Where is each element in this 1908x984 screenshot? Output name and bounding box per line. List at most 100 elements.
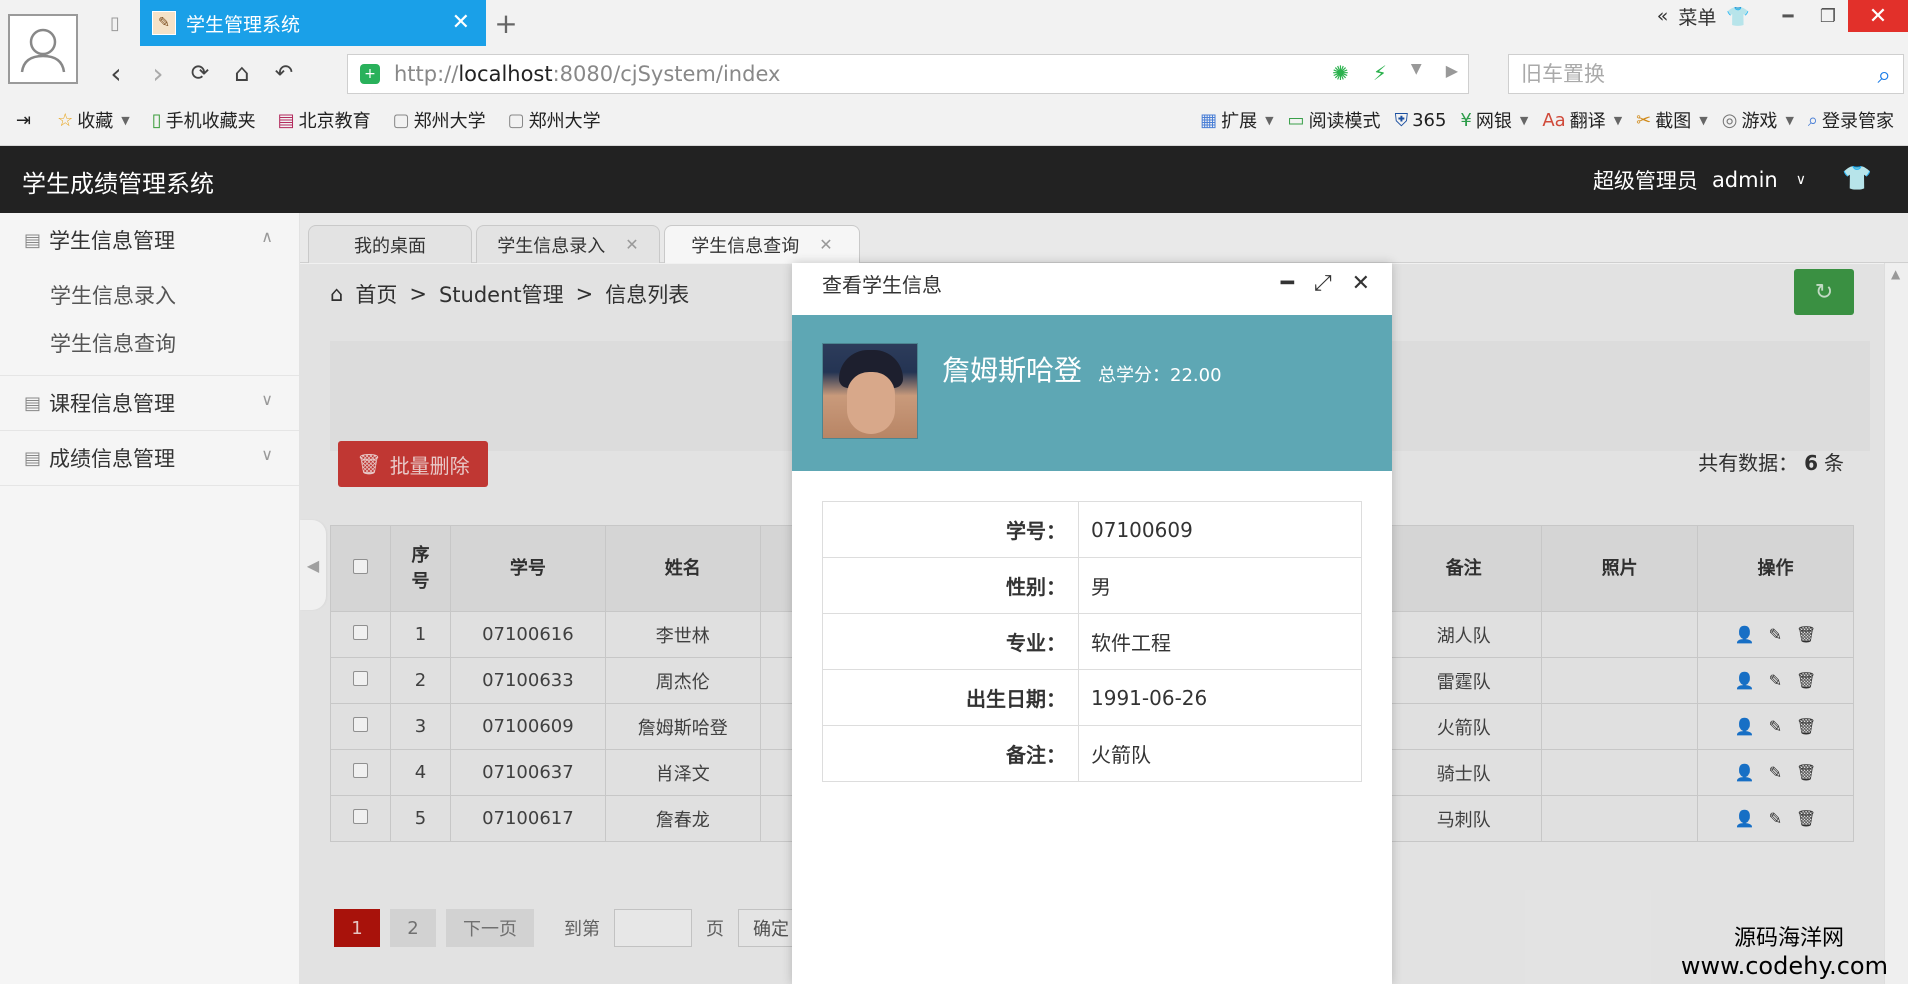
watermark-line2: www.codehy.com (1680, 952, 1888, 980)
undo-icon[interactable]: ↶ (263, 53, 305, 93)
tab-close-icon[interactable]: ✕ (625, 235, 638, 254)
trash-icon[interactable]: 🗑 (1796, 625, 1816, 644)
edit-icon[interactable]: ✎ (1769, 717, 1782, 736)
page-scrollbar[interactable]: ▲ (1884, 263, 1908, 984)
url-text[interactable]: http://localhost:8080/cjSystem/index (394, 62, 780, 86)
menu-head-student-info[interactable]: ▤ 学生信息管理 ∧ (0, 213, 299, 267)
bookmark-mobile[interactable]: ▯ 手机收藏夹 (152, 107, 256, 133)
trash-icon[interactable]: 🗑 (1796, 809, 1816, 828)
search-icon[interactable]: ⌕ (1878, 61, 1891, 89)
view-user-icon[interactable]: 👤 (1735, 671, 1755, 690)
menu-group-score: ▤ 成绩信息管理 ∨ (0, 431, 299, 486)
bookmark-zzu-1[interactable]: ▢ 郑州大学 (393, 107, 486, 133)
view-user-icon[interactable]: 👤 (1735, 625, 1755, 644)
sidebar-item-student-query[interactable]: 学生信息查询 (0, 319, 299, 367)
cell-remark: 雷霆队 (1385, 657, 1543, 704)
toolbar-games[interactable]: ◎ 游戏 ▼ (1722, 107, 1794, 133)
browser-search-box[interactable]: ⌕ (1508, 54, 1904, 94)
view-user-icon[interactable]: 👤 (1735, 717, 1755, 736)
tab-student-query[interactable]: 学生信息查询 ✕ (664, 225, 860, 263)
select-all-checkbox[interactable] (352, 558, 368, 574)
back-icon[interactable]: ‹ (95, 53, 137, 93)
tab-close-icon[interactable]: ✕ (452, 10, 470, 35)
refresh-button[interactable]: ↻ (1794, 269, 1854, 315)
lightning-icon[interactable]: ⚡ (1373, 61, 1387, 85)
tab-student-entry[interactable]: 学生信息录入 ✕ (476, 225, 660, 263)
toolbar-translate[interactable]: Aa 翻译 ▼ (1542, 107, 1622, 133)
cell-name: 李世林 (604, 611, 761, 658)
user-outline-icon (20, 28, 66, 73)
browser-profile-avatar[interactable] (8, 14, 78, 84)
browser-tab-active[interactable]: ✎ 学生管理系统 ✕ (140, 0, 486, 46)
cell-seq: 3 (389, 703, 451, 750)
toolbar-bank[interactable]: ¥ 网银 ▼ (1460, 107, 1528, 133)
shield-icon: ⛨ (1394, 109, 1409, 131)
goto-page-input[interactable] (614, 909, 692, 947)
menu-group-course: ▤ 课程信息管理 ∨ (0, 376, 299, 431)
batch-delete-button[interactable]: 🗑 批量删除 (338, 441, 488, 487)
address-bar[interactable]: + http://localhost:8080/cjSystem/index ✺… (347, 54, 1469, 94)
menu-head-course-info[interactable]: ▤ 课程信息管理 ∨ (0, 376, 299, 430)
bookmark-zzu-2[interactable]: ▢ 郑州大学 (508, 107, 601, 133)
chevron-up-icon: ∧ (261, 227, 273, 246)
sidebar-toggle-icon[interactable]: ⇥ (16, 110, 35, 131)
bookmark-favorites[interactable]: ☆ 收藏 ▼ (57, 107, 130, 133)
menu-head-label: 学生信息管理 (49, 229, 176, 253)
modal-close-icon[interactable]: ✕ (1352, 271, 1370, 296)
edit-icon[interactable]: ✎ (1769, 671, 1782, 690)
go-icon[interactable]: ▶ (1446, 61, 1458, 85)
new-tab-button[interactable]: + (486, 0, 526, 46)
mobile-icon[interactable]: ▯ (90, 0, 140, 46)
theme-shirt-icon[interactable]: 👕 (1842, 164, 1872, 192)
view-user-icon[interactable]: 👤 (1735, 809, 1755, 828)
skin-icon[interactable]: 👕 (1726, 5, 1750, 28)
toolbar-365[interactable]: ⛨ 365 (1395, 110, 1447, 131)
page-1-button[interactable]: 1 (334, 909, 380, 947)
modal-titlebar[interactable]: 查看学生信息 ━ ⤢ ✕ (792, 263, 1392, 315)
scroll-up-icon[interactable]: ▲ (1891, 267, 1900, 281)
sidebar-item-student-entry[interactable]: 学生信息录入 (0, 271, 299, 319)
trash-icon[interactable]: 🗑 (1796, 717, 1816, 736)
speed-icon[interactable]: ✺ (1332, 61, 1349, 85)
row-checkbox[interactable] (352, 809, 368, 824)
browser-search-input[interactable] (1521, 62, 1851, 86)
row-checkbox[interactable] (352, 625, 368, 640)
sidebar-collapse-handle[interactable]: ◀ (300, 520, 326, 610)
forward-icon[interactable]: › (137, 53, 179, 93)
trash-icon[interactable]: 🗑 (1796, 763, 1816, 782)
col-remark: 备注 (1385, 525, 1543, 612)
breadcrumb-student[interactable]: Student管理 (439, 279, 564, 309)
row-checkbox[interactable] (352, 671, 368, 686)
breadcrumb-home[interactable]: 首页 (355, 279, 397, 309)
user-menu[interactable]: 超级管理员 admin ∨ (1593, 165, 1806, 195)
page-tabs: 我的桌面 学生信息录入 ✕ 学生信息查询 ✕ (300, 213, 1908, 263)
edit-icon[interactable]: ✎ (1769, 763, 1782, 782)
restore-button[interactable]: ❐ (1808, 0, 1848, 32)
tab-my-desktop[interactable]: 我的桌面 (308, 225, 472, 263)
next-page-button[interactable]: 下一页 (446, 909, 534, 947)
dropdown-icon[interactable]: ▼ (1411, 61, 1422, 85)
edit-icon[interactable]: ✎ (1769, 809, 1782, 828)
select-all-cell[interactable] (330, 525, 391, 612)
minimize-button[interactable]: ━ (1768, 0, 1808, 32)
window-close-button[interactable]: ✕ (1848, 0, 1908, 32)
toolbar-login-manager[interactable]: ⌕ 登录管家 (1808, 107, 1894, 133)
menu-head-score-info[interactable]: ▤ 成绩信息管理 ∨ (0, 431, 299, 485)
modal-minimize-icon[interactable]: ━ (1281, 271, 1294, 296)
student-banner: 詹姆斯哈登 总学分：22.00 (792, 315, 1392, 471)
row-checkbox[interactable] (352, 717, 368, 732)
page-2-button[interactable]: 2 (390, 909, 436, 947)
modal-maximize-icon[interactable]: ⤢ (1314, 271, 1332, 296)
toolbar-reading-mode[interactable]: ▭ 阅读模式 (1288, 107, 1381, 133)
home-icon[interactable]: ⌂ (221, 53, 263, 93)
browser-menu-button[interactable]: « 菜单 👕 (1657, 3, 1750, 30)
toolbar-extensions[interactable]: ▦ 扩展 ▼ (1200, 107, 1273, 133)
toolbar-screenshot[interactable]: ✂ 截图 ▼ (1636, 107, 1708, 133)
trash-icon[interactable]: 🗑 (1796, 671, 1816, 690)
tab-close-icon[interactable]: ✕ (819, 235, 832, 254)
reload-icon[interactable]: ⟳ (179, 53, 221, 93)
bookmark-beijing-edu[interactable]: ▤ 北京教育 (278, 107, 371, 133)
edit-icon[interactable]: ✎ (1769, 625, 1782, 644)
row-checkbox[interactable] (352, 763, 368, 778)
view-user-icon[interactable]: 👤 (1735, 763, 1755, 782)
